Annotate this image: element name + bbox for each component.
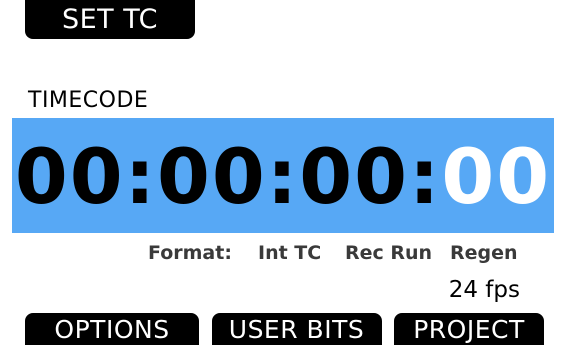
options-button[interactable]: OPTIONS xyxy=(25,313,199,345)
set-tc-title-label: SET TC xyxy=(61,4,159,35)
frame-rate-value: 24 fps xyxy=(448,277,520,303)
user-bits-label: USER BITS xyxy=(228,314,365,344)
user-bits-button[interactable]: USER BITS xyxy=(211,313,382,345)
set-tc-title-button[interactable]: SET TC xyxy=(25,0,195,39)
tc-separator: : xyxy=(408,131,442,221)
tc-separator: : xyxy=(124,131,158,221)
timecode-section-label: TIMECODE xyxy=(28,88,149,113)
format-label: Format: xyxy=(148,242,232,264)
tc-minutes[interactable]: 00 xyxy=(157,132,267,221)
tc-hours[interactable]: 00 xyxy=(15,132,125,221)
format-mode-value: Regen xyxy=(450,242,518,264)
timecode-display-band[interactable]: 00:00:00:00 xyxy=(12,118,554,233)
softkey-bar: OPTIONS USER BITS PROJECT xyxy=(25,313,544,345)
format-run-mode-value: Rec Run xyxy=(345,242,433,264)
timecode-value: 00:00:00:00 xyxy=(15,138,551,215)
project-button[interactable]: PROJECT xyxy=(394,313,544,345)
options-label: OPTIONS xyxy=(54,314,170,344)
tc-seconds[interactable]: 00 xyxy=(299,132,409,221)
project-label: PROJECT xyxy=(413,314,525,344)
format-source-value: Int TC xyxy=(258,242,322,264)
tc-frames-selected[interactable]: 00 xyxy=(441,132,551,221)
tc-separator: : xyxy=(266,131,300,221)
